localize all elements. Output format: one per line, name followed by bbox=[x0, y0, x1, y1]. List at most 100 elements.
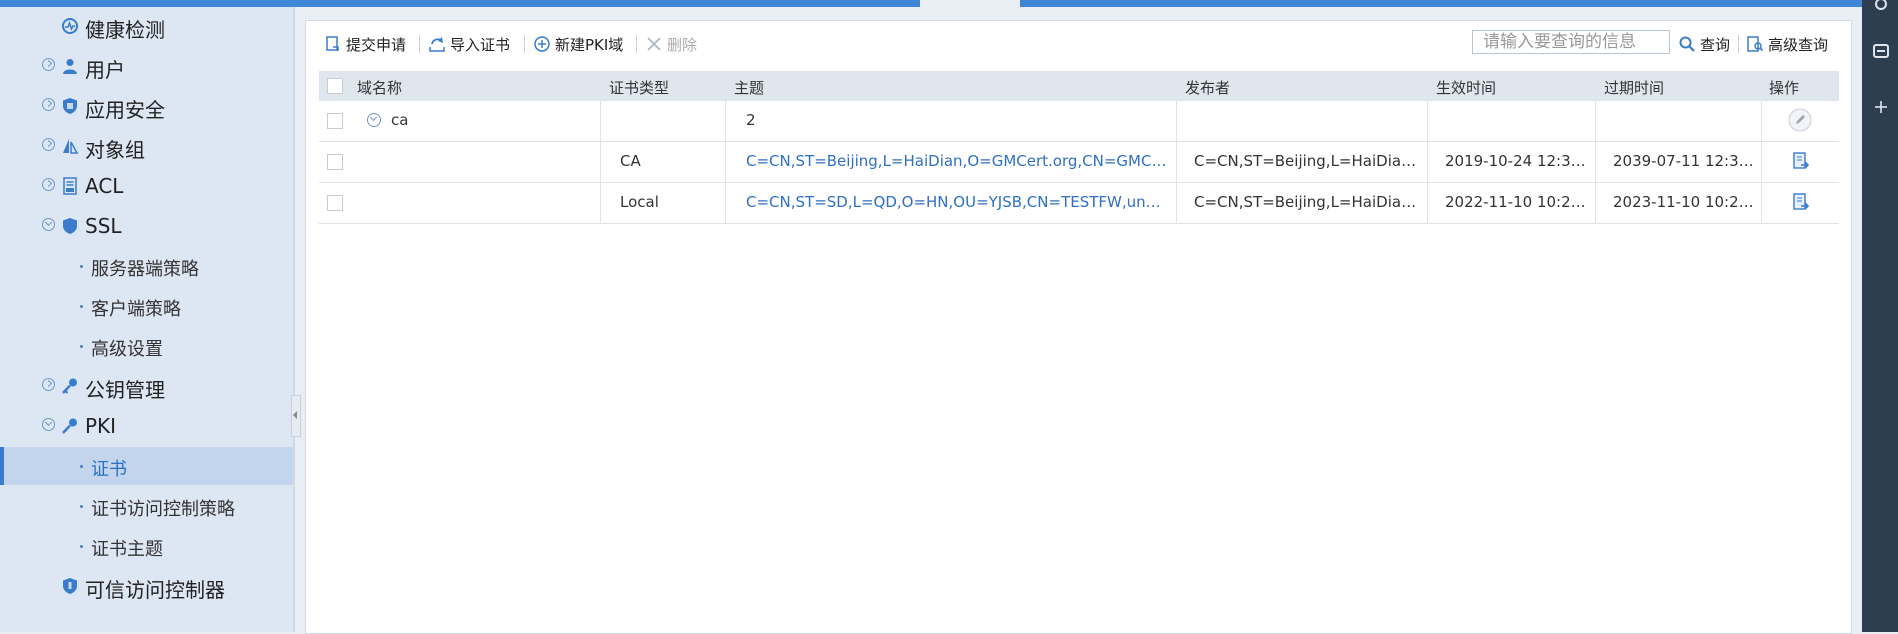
table-row[interactable]: Local C=CN,ST=SD,L=QD,O=HN,OU=YJSB,CN=TE… bbox=[319, 183, 1839, 224]
column-divider bbox=[600, 142, 601, 182]
expand-icon[interactable] bbox=[42, 138, 55, 151]
sidebar-subitem-advanced-settings[interactable]: 高级设置 bbox=[0, 327, 293, 365]
shield-icon bbox=[63, 98, 77, 114]
sidebar-item-label: 对象组 bbox=[85, 138, 145, 162]
expand-group-icon[interactable] bbox=[367, 113, 381, 127]
expand-icon[interactable] bbox=[42, 98, 55, 111]
toolbar-separator bbox=[524, 35, 525, 53]
export-cert-icon[interactable] bbox=[1791, 151, 1811, 171]
column-divider bbox=[1595, 142, 1596, 182]
column-header-valid-from[interactable]: 生效时间 bbox=[1436, 77, 1496, 98]
column-header-issuer[interactable]: 发布者 bbox=[1185, 77, 1230, 98]
sidebar-collapse-handle[interactable] bbox=[291, 395, 301, 437]
table-row[interactable]: CA C=CN,ST=Beijing,L=HaiDian,O=GMCert.or… bbox=[319, 142, 1839, 183]
sidebar-item-user[interactable]: 用户 bbox=[0, 47, 293, 85]
bullet-icon bbox=[80, 505, 83, 508]
sidebar-item-label: PKI bbox=[85, 414, 117, 438]
search-input[interactable] bbox=[1472, 30, 1670, 54]
column-header-domain[interactable]: 域名称 bbox=[357, 77, 402, 98]
select-all-checkbox[interactable] bbox=[327, 78, 343, 94]
column-divider bbox=[1427, 142, 1428, 182]
import-icon bbox=[429, 37, 445, 52]
issuer: C=CN,ST=Beijing,L=HaiDian,... bbox=[1194, 152, 1422, 170]
health-check-icon bbox=[62, 18, 78, 34]
column-divider bbox=[1761, 142, 1762, 182]
export-cert-icon[interactable] bbox=[1791, 192, 1811, 212]
expand-icon[interactable] bbox=[42, 178, 55, 191]
sidebar-item-pki[interactable]: PKI bbox=[0, 407, 293, 445]
table-row-group: ca 2 bbox=[319, 101, 1839, 142]
column-divider bbox=[725, 101, 726, 141]
bullet-icon bbox=[80, 305, 83, 308]
sidebar-item-trusted-access[interactable]: 可信访问控制器 bbox=[0, 567, 293, 605]
cert-type: CA bbox=[620, 152, 641, 170]
column-divider bbox=[1176, 142, 1177, 182]
right-toolbar bbox=[1862, 0, 1898, 632]
sidebar-subitem-label: 客户端策略 bbox=[91, 299, 181, 320]
delete-button[interactable]: 删除 bbox=[645, 33, 697, 55]
subject-count: 2 bbox=[746, 111, 756, 129]
search-button[interactable]: 查询 bbox=[1678, 33, 1730, 55]
submit-request-icon bbox=[326, 36, 339, 51]
sidebar-subitem-server-policy[interactable]: 服务器端策略 bbox=[0, 247, 293, 285]
sidebar-item-health-check[interactable]: 健康检测 bbox=[0, 7, 293, 45]
shield-icon bbox=[63, 218, 77, 234]
sidebar-subitem-label: 服务器端策略 bbox=[91, 259, 199, 280]
expand-icon[interactable] bbox=[42, 378, 55, 391]
sidebar-subitem-label: 高级设置 bbox=[91, 339, 163, 360]
sidebar-subitem-label: 证书 bbox=[91, 459, 127, 480]
sidebar-item-object-group[interactable]: 对象组 bbox=[0, 127, 293, 165]
sidebar-item-app-security[interactable]: 应用安全 bbox=[0, 87, 293, 125]
cert-type: Local bbox=[620, 193, 659, 211]
row-checkbox[interactable] bbox=[327, 154, 343, 170]
grid-header: 域名称 证书类型 主题 发布者 生效时间 过期时间 操作 bbox=[319, 71, 1839, 101]
row-checkbox[interactable] bbox=[327, 195, 343, 211]
sidebar-item-acl[interactable]: ACL bbox=[0, 167, 293, 205]
column-divider bbox=[725, 183, 726, 223]
new-pki-domain-button[interactable]: 新建PKI域 bbox=[533, 33, 623, 55]
active-tab-indicator bbox=[920, 0, 1020, 7]
sidebar: 健康检测 用户 应用安全 对象组 ACL SSL 服务器端策略 客户端策略 高级… bbox=[0, 7, 295, 632]
bullet-icon bbox=[80, 545, 83, 548]
expand-icon[interactable] bbox=[42, 58, 55, 71]
toolbar-separator bbox=[636, 35, 637, 53]
collapse-icon[interactable] bbox=[42, 418, 55, 431]
submit-request-button[interactable]: 提交申请 bbox=[324, 33, 406, 55]
main-panel: 提交申请 导入证书 新建PKI域 删除 查询 高级查询 域 bbox=[305, 20, 1852, 634]
window-icon[interactable] bbox=[1872, 42, 1890, 60]
top-header-bar bbox=[0, 0, 1898, 7]
sidebar-item-label: 公钥管理 bbox=[85, 378, 165, 402]
sidebar-item-label: SSL bbox=[85, 214, 122, 238]
column-header-cert-type[interactable]: 证书类型 bbox=[609, 77, 669, 98]
add-icon[interactable] bbox=[1872, 98, 1890, 116]
sidebar-subitem-cert-access-policy[interactable]: 证书访问控制策略 bbox=[0, 487, 293, 525]
column-header-subject[interactable]: 主题 bbox=[734, 77, 764, 98]
column-divider bbox=[1427, 183, 1428, 223]
key-icon bbox=[62, 418, 77, 434]
acl-icon bbox=[63, 177, 77, 195]
valid-from: 2019-10-24 12:37:44 bbox=[1445, 152, 1593, 170]
toolbar: 提交申请 导入证书 新建PKI域 删除 查询 高级查询 bbox=[306, 21, 1851, 65]
sidebar-subitem-certificate[interactable]: 证书 bbox=[0, 447, 293, 485]
issuer: C=CN,ST=Beijing,L=HaiDian,... bbox=[1194, 193, 1422, 211]
sidebar-subitem-client-policy[interactable]: 客户端策略 bbox=[0, 287, 293, 325]
advanced-search-button[interactable]: 高级查询 bbox=[1746, 33, 1828, 55]
close-icon bbox=[647, 37, 661, 51]
collapse-icon[interactable] bbox=[42, 218, 55, 231]
sidebar-item-label: 可信访问控制器 bbox=[85, 578, 225, 602]
import-cert-button[interactable]: 导入证书 bbox=[428, 33, 510, 55]
sidebar-item-ssl[interactable]: SSL bbox=[0, 207, 293, 245]
column-divider bbox=[1761, 101, 1762, 141]
sidebar-item-public-key[interactable]: 公钥管理 bbox=[0, 367, 293, 405]
valid-to: 2023-11-10 10:21:35 bbox=[1613, 193, 1759, 211]
search-icon bbox=[1679, 36, 1695, 52]
row-checkbox[interactable] bbox=[327, 113, 343, 129]
column-header-valid-to[interactable]: 过期时间 bbox=[1604, 77, 1664, 98]
sidebar-item-label: 应用安全 bbox=[85, 98, 165, 122]
subject-link[interactable]: C=CN,ST=Beijing,L=HaiDian,O=GMCert.org,C… bbox=[746, 152, 1168, 170]
edit-icon[interactable] bbox=[1788, 108, 1812, 132]
settings-icon[interactable] bbox=[1872, 0, 1890, 18]
sidebar-subitem-cert-subject[interactable]: 证书主题 bbox=[0, 527, 293, 565]
object-group-icon bbox=[63, 139, 79, 154]
subject-link[interactable]: C=CN,ST=SD,L=QD,O=HN,OU=YJSB,CN=TESTFW,u… bbox=[746, 193, 1168, 211]
